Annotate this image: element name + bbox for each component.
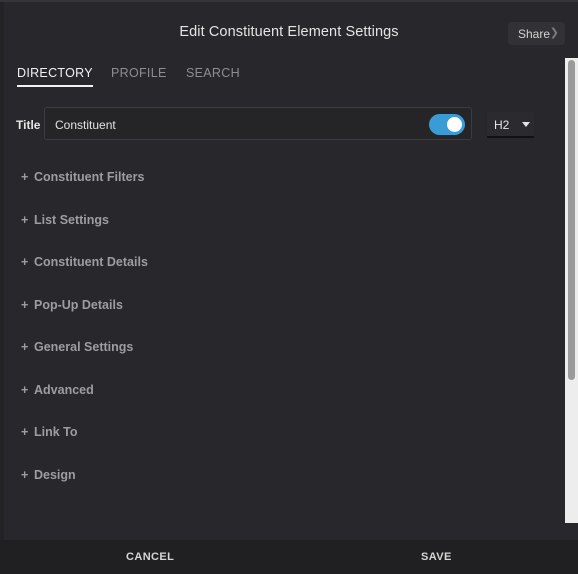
- section-label: Design: [34, 468, 76, 482]
- cancel-button[interactable]: CANCEL: [126, 551, 174, 563]
- toggle-knob: [447, 117, 462, 132]
- plus-icon: +: [21, 213, 29, 227]
- heading-level-select[interactable]: H2: [487, 112, 534, 138]
- section-link-to[interactable]: + Link To: [21, 425, 78, 445]
- dialog-footer: CANCEL SAVE: [0, 540, 578, 574]
- tab-search[interactable]: SEARCH: [186, 66, 240, 85]
- section-general-settings[interactable]: + General Settings: [21, 340, 133, 360]
- plus-icon: +: [21, 383, 29, 397]
- section-design[interactable]: + Design: [21, 468, 76, 488]
- section-label: Constituent Filters: [34, 170, 145, 184]
- dialog-title: Edit Constituent Element Settings: [179, 24, 399, 40]
- scrollbar-thumb[interactable]: [568, 60, 575, 380]
- tab-profile[interactable]: PROFILE: [111, 66, 167, 85]
- section-label: List Settings: [34, 213, 110, 227]
- heading-level-value: H2: [494, 118, 510, 132]
- plus-icon: +: [21, 298, 29, 312]
- plus-icon: +: [21, 255, 29, 269]
- section-pop-up-details[interactable]: + Pop-Up Details: [21, 298, 123, 318]
- section-label: General Settings: [34, 340, 134, 354]
- section-label: Advanced: [34, 383, 94, 397]
- tab-directory[interactable]: DIRECTORY: [17, 66, 93, 87]
- section-advanced[interactable]: + Advanced: [21, 383, 94, 403]
- edit-settings-dialog: Edit Constituent Element Settings Share …: [0, 0, 578, 574]
- section-label: Link To: [34, 425, 78, 439]
- plus-icon: +: [21, 340, 29, 354]
- section-constituent-details[interactable]: + Constituent Details: [21, 255, 148, 275]
- share-label: Share: [518, 27, 551, 41]
- section-list-settings[interactable]: + List Settings: [21, 213, 109, 233]
- plus-icon: +: [21, 170, 29, 184]
- title-input-value: Constituent: [55, 118, 116, 132]
- section-constituent-filters[interactable]: + Constituent Filters: [21, 170, 144, 190]
- share-button[interactable]: Share ❯: [508, 22, 565, 45]
- scrollbar[interactable]: [565, 58, 578, 523]
- section-label: Pop-Up Details: [34, 298, 123, 312]
- plus-icon: +: [21, 468, 29, 482]
- chevron-right-icon: ❯: [549, 27, 559, 39]
- plus-icon: +: [21, 425, 29, 439]
- section-label: Constituent Details: [34, 255, 148, 269]
- title-input[interactable]: Constituent: [44, 107, 472, 140]
- save-button[interactable]: SAVE: [421, 551, 452, 563]
- show-title-toggle[interactable]: [429, 114, 465, 135]
- caret-down-icon: [522, 122, 530, 127]
- title-label: Title: [16, 118, 41, 132]
